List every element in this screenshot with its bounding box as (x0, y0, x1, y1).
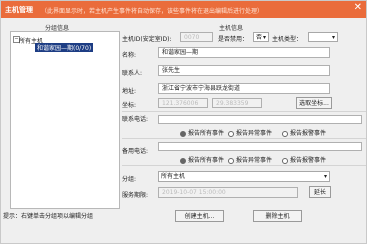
latitude-field[interactable]: 29.383359 (212, 98, 262, 108)
create-host-button[interactable]: 创建主机... (175, 210, 224, 222)
contact-field[interactable]: 张先生 (158, 65, 330, 76)
tree-item-group[interactable]: 和谐家园—期(0/70) (35, 43, 94, 52)
group-label: 分组: (122, 176, 137, 183)
backup-report-alarm[interactable]: 报告报警事件 (282, 155, 326, 164)
report-abnormal-label: 报告异常事件 (236, 130, 273, 137)
name-field[interactable]: 和谐家园—期 (158, 47, 330, 58)
report-all-label: 报告所有事件 (188, 157, 225, 164)
backup-phone-label: 备用电话: (122, 148, 149, 155)
titlebar: 主机管理 （此界面显示时，若主机产生事件将自动保存，该些事件将在退出编辑后进行处… (1, 1, 366, 18)
address-label: 地址: (122, 88, 137, 95)
contact-label: 联系人: (122, 70, 143, 77)
disable-value: 否 (256, 34, 263, 41)
name-label: 名称: (122, 52, 137, 59)
divider (122, 138, 366, 139)
host-form: 主机ID(安定室ID): 0070 是否禁用： 否 ▾ 主机类型： ▾ 名称: 和… (122, 31, 366, 207)
expire-field[interactable]: 2019-10-07 15:00:00 (158, 187, 298, 198)
delete-host-button[interactable]: 删除主机 (253, 210, 302, 222)
group-tree[interactable]: − 所有主机 和谐家园—期(0/70) (10, 31, 120, 209)
radio-icon (282, 130, 288, 137)
window-subtitle: （此界面显示时，若主机产生事件将自动保存，该些事件将在退出编辑后进行处理） (41, 7, 264, 15)
report-alarm-label: 报告报警事件 (290, 157, 327, 164)
report-alarm-label: 报告报警事件 (290, 130, 327, 137)
radio-icon (228, 157, 234, 164)
window-title: 主机管理 (5, 6, 33, 14)
disable-label: 是否禁用： (218, 36, 249, 43)
close-icon[interactable]: ✕ (354, 2, 362, 13)
edit-group-hint: 提示：右键单击分组项以编辑分组 (3, 213, 94, 220)
coordinate-label: 坐标: (122, 102, 137, 109)
report-abnormal-label: 报告异常事件 (236, 157, 273, 164)
backup-report-all[interactable]: 报告所有事件 (180, 155, 224, 164)
radio-icon (282, 157, 288, 164)
chevron-down-icon: ▾ (331, 34, 335, 41)
disable-select[interactable]: 否 ▾ (253, 32, 269, 42)
longitude-field[interactable]: 121.376006 (158, 98, 208, 108)
phone-report-all[interactable]: 报告所有事件 (180, 128, 224, 137)
group-select[interactable]: 所有主机 ▾ (158, 171, 330, 182)
radio-icon (228, 130, 234, 137)
address-field[interactable]: 浙江省宁波市宁海县跃龙街道 (158, 83, 330, 94)
backup-report-abnormal[interactable]: 报告异常事件 (228, 155, 272, 164)
host-id-label: 主机ID(安定室ID): (122, 36, 172, 43)
host-management-window: 主机管理 （此界面显示时，若主机产生事件将自动保存，该些事件将在退出编辑后进行处… (0, 0, 367, 244)
phone-field[interactable] (158, 115, 362, 124)
divider (122, 111, 366, 112)
pick-coordinate-button[interactable]: 选取坐标... (296, 97, 332, 109)
phone-report-alarm[interactable]: 报告报警事件 (282, 128, 326, 137)
group-value: 所有主机 (161, 173, 186, 180)
report-all-label: 报告所有事件 (188, 130, 225, 137)
divider (122, 165, 366, 166)
host-type-select[interactable]: ▾ (308, 32, 338, 42)
chevron-down-icon: ▾ (262, 34, 266, 41)
phone-label: 联系电话: (122, 116, 149, 123)
host-type-label: 主机类型： (272, 36, 303, 43)
radio-icon (180, 130, 186, 137)
backup-phone-field[interactable] (158, 142, 362, 151)
expire-label: 服务期限: (122, 192, 149, 199)
phone-report-abnormal[interactable]: 报告异常事件 (228, 128, 272, 137)
chevron-down-icon: ▾ (323, 173, 327, 180)
extend-button[interactable]: 延长 (309, 186, 331, 198)
radio-icon (180, 157, 186, 164)
host-id-field[interactable]: 0070 (180, 32, 213, 42)
